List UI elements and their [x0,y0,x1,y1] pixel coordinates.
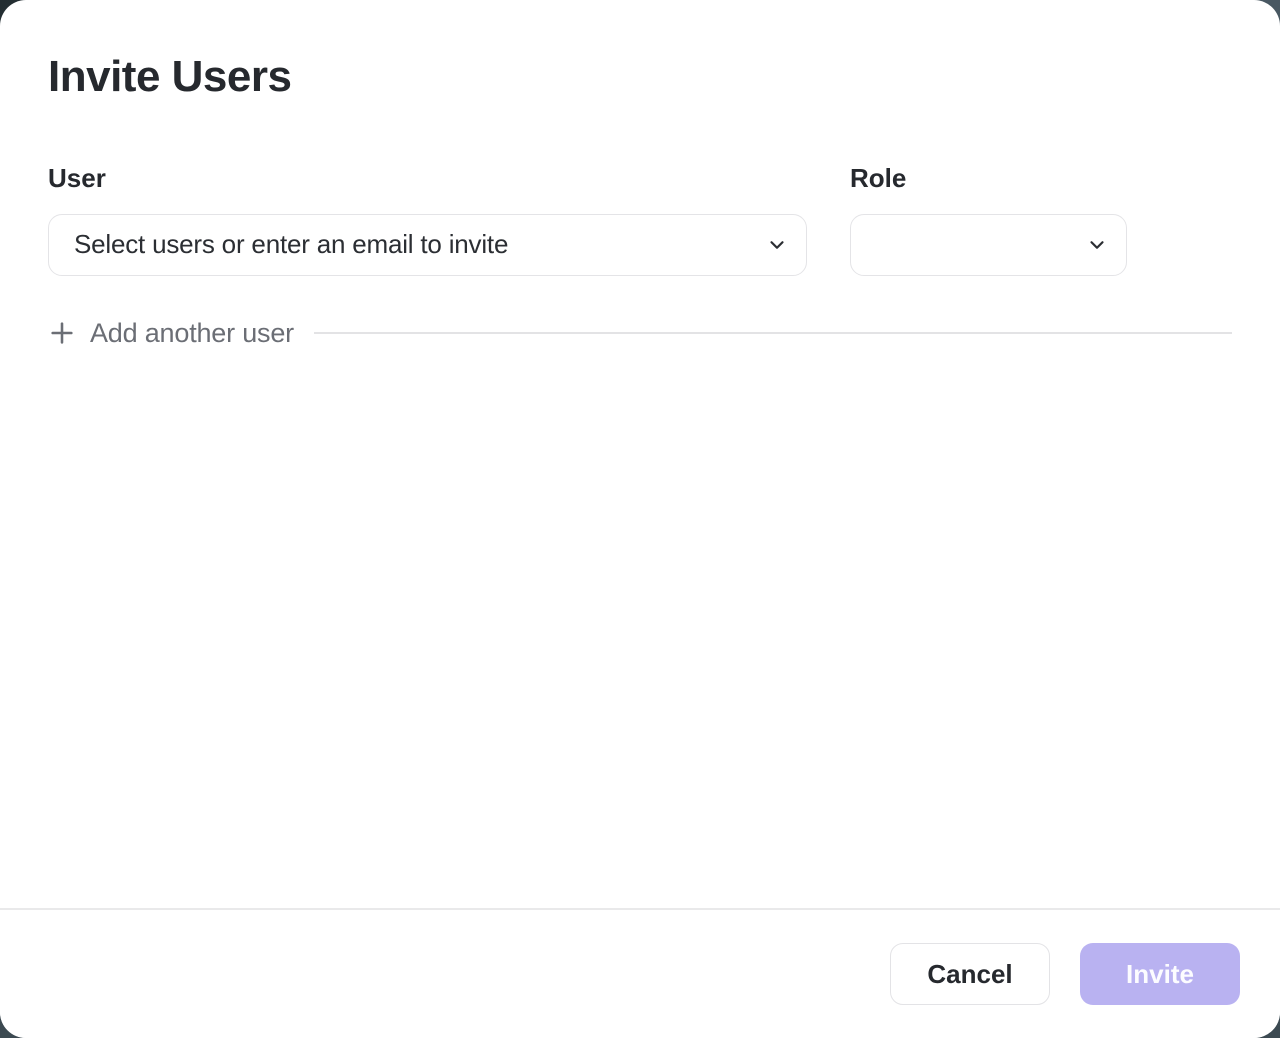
role-field-group: Role [850,163,1127,276]
modal-body: Invite Users User Select users or enter … [0,0,1280,908]
user-select[interactable]: Select users or enter an email to invite [48,214,807,276]
user-field-group: User Select users or enter an email to i… [48,163,807,276]
user-label: User [48,163,807,194]
chevron-down-icon[interactable] [766,234,788,256]
user-select-placeholder: Select users or enter an email to invite [74,229,508,260]
add-another-user-button[interactable]: Add another user [48,318,294,349]
invite-form-row: User Select users or enter an email to i… [48,163,1232,276]
add-user-row: Add another user [48,318,1232,349]
chevron-down-icon[interactable] [1086,234,1108,256]
role-label: Role [850,163,1127,194]
plus-icon [48,319,76,347]
invite-users-modal: Invite Users User Select users or enter … [0,0,1280,1038]
horizontal-divider [314,332,1232,334]
cancel-button[interactable]: Cancel [890,943,1050,1005]
invite-button[interactable]: Invite [1080,943,1240,1005]
page-title: Invite Users [48,52,1232,103]
role-select[interactable] [850,214,1127,276]
add-another-user-label: Add another user [90,318,294,349]
modal-footer: Cancel Invite [0,908,1280,1038]
